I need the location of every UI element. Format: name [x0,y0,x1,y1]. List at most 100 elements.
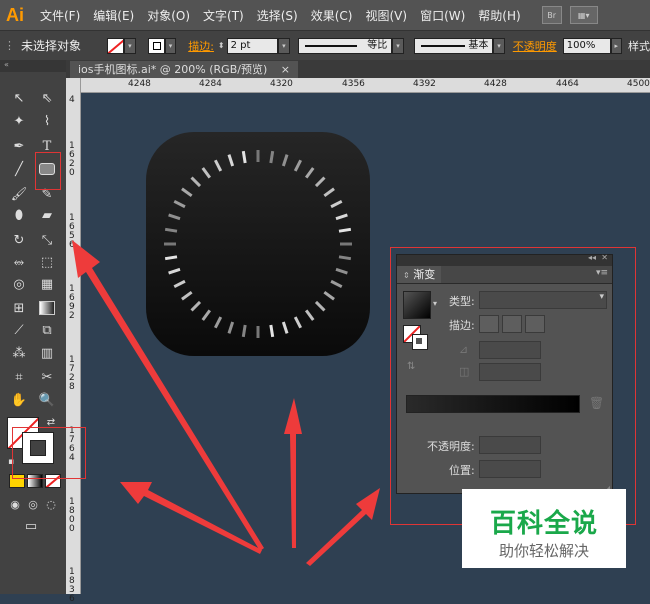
clock-tick [335,213,348,221]
clock-tick [304,309,315,321]
watermark-subtitle: 助你轻松解决 [498,542,589,560]
clock-ticks [164,150,352,338]
eraser-tool-icon[interactable]: ▰ [36,205,58,225]
zoom-tool-icon[interactable]: 🔍 [36,390,58,410]
artboard-tool-icon[interactable]: ⌗ [8,367,30,387]
profile-dropdown-icon[interactable]: ▾ [392,37,404,54]
clock-tick [173,279,186,289]
ruler-tick-label: 4464 [556,79,579,89]
symbol-sprayer-tool-icon[interactable]: ⁂ [8,343,30,363]
ruler-tick-label: 1 8 0 0 [69,497,75,534]
stroke-label[interactable]: 描边: [188,38,214,54]
menu-object[interactable]: 对象(O) [147,7,190,24]
opacity-label[interactable]: 不透明度 [513,38,557,54]
selection-tool-icon[interactable]: ↖ [8,88,30,108]
stroke-dropdown-icon[interactable]: ▾ [164,37,177,54]
document-tab-title: ios手机图标.ai* @ 200% (RGB/预览) [78,63,268,76]
blob-brush-tool-icon[interactable]: ⬮ [8,205,30,225]
opacity-dropdown-icon[interactable]: ▸ [610,37,622,54]
paintbrush-tool-icon[interactable]: 🖌 [8,184,30,204]
ruler-tick-label: 1 6 9 2 [69,284,75,321]
close-icon[interactable]: × [281,63,290,76]
menu-file[interactable]: 文件(F) [40,7,80,24]
line-tool-icon[interactable]: ╱ [8,159,30,179]
clock-tick [181,187,193,198]
hand-tool-icon[interactable]: ✋ [8,390,30,410]
watermark-logo: 百科全说 助你轻松解决 [462,489,626,568]
annotation-box-gradient-panel [390,247,636,525]
clock-tick [227,154,235,167]
clock-tick [293,316,303,329]
brush-dropdown-icon[interactable]: ▾ [493,37,505,54]
stroke-weight-dropdown-icon[interactable]: ▾ [278,37,290,54]
clock-tick [173,199,186,209]
document-tab-bar: ios手机图标.ai* @ 200% (RGB/预览) × [66,60,650,78]
column-graph-tool-icon[interactable]: ▥ [36,343,58,363]
style-label[interactable]: 样式 [628,38,650,54]
mesh-tool-icon[interactable]: ⊞ [8,298,30,318]
ruler-tick-label: 4500 [627,79,650,89]
stroke-swatch[interactable] [147,37,165,54]
tools-panel: « ↖ ⇖ ✦ ⌇ ✒ T ╱ 🖌 ✎ ⬮ ▰ ↻ ⤡ ⥈ ⬚ ◎ ▦ ⊞ ⟋ … [0,60,67,594]
eyedropper-tool-icon[interactable]: ⟋ [8,320,30,340]
perspective-grid-tool-icon[interactable]: ▦ [36,274,58,294]
clock-tick [323,290,335,301]
blend-tool-icon[interactable]: ⧉ [36,320,58,340]
menu-select[interactable]: 选择(S) [257,7,298,24]
fill-dropdown-icon[interactable]: ▾ [124,37,136,54]
menu-edit[interactable]: 编辑(E) [93,7,134,24]
gradient-tool-icon[interactable] [36,298,58,318]
tools-collapse-icon[interactable]: « [0,60,66,72]
clock-tick [213,159,223,172]
clock-app-icon-artwork[interactable] [146,132,370,356]
screen-mode-icon[interactable]: ▭ [20,516,42,536]
rotate-tool-icon[interactable]: ↻ [8,230,30,250]
opacity-input[interactable]: 100% [562,37,611,54]
menu-view[interactable]: 视图(V) [365,7,407,24]
clock-tick [338,255,352,261]
stroke-weight-input[interactable]: 2 pt [226,37,279,54]
bridge-button[interactable]: Br [541,6,562,24]
brush-definition[interactable]: 基本 [413,37,494,54]
annotation-box-fill-stroke [12,427,86,479]
document-tab[interactable]: ios手机图标.ai* @ 200% (RGB/预览) × [70,61,298,78]
ruler-tick-label: 4248 [128,79,151,89]
clock-tick [241,324,247,338]
workspace-switcher-icon[interactable]: ▦▾ [569,6,598,24]
clock-tick [201,167,212,179]
clock-tick [164,227,178,233]
ruler-tick-label: 4284 [199,79,222,89]
ruler-tick-label: 4392 [413,79,436,89]
menu-window[interactable]: 窗口(W) [420,7,465,24]
ruler-tick-label: 1 6 5 6 [69,213,75,250]
menu-help[interactable]: 帮助(H) [478,7,520,24]
clock-tick [281,321,289,334]
clock-tick [227,321,235,334]
ruler-tick-label: 4428 [484,79,507,89]
clock-tick [269,324,275,338]
ruler-tick-label: 4356 [342,79,365,89]
draw-inside-icon[interactable]: ◌ [40,494,62,514]
direct-selection-tool-icon[interactable]: ⇖ [36,88,58,108]
fill-swatch[interactable] [107,37,125,54]
shape-builder-tool-icon[interactable]: ◎ [8,274,30,294]
scale-tool-icon[interactable]: ⤡ [36,230,58,250]
pen-tool-icon[interactable]: ✒ [8,136,30,156]
menu-effect[interactable]: 效果(C) [311,7,353,24]
free-transform-tool-icon[interactable]: ⬚ [36,252,58,272]
variable-width-profile[interactable]: 等比 [297,37,393,54]
ruler-tick-label: 1 8 3 6 [69,567,75,604]
control-bar: ⋮ 未选择对象 ▾ ▾ 描边: ⬍ 2 pt ▾ 等比 ▾ 基本 ▾ 不透明度 … [0,30,650,61]
clock-tick [330,199,343,209]
menu-type[interactable]: 文字(T) [203,7,244,24]
horizontal-ruler[interactable]: 4248 4284 4320 4356 4392 4428 4464 4500 [80,78,650,93]
clock-tick [338,227,352,233]
slice-tool-icon[interactable]: ✂ [36,367,58,387]
lasso-tool-icon[interactable]: ⌇ [36,111,58,131]
width-tool-icon[interactable]: ⥈ [8,252,30,272]
vertical-ruler[interactable]: 4 1 6 2 0 1 6 5 6 1 6 9 2 1 7 2 8 1 7 6 … [66,78,81,604]
stroke-stepper-icon[interactable]: ⬍ [218,41,225,50]
clock-tick [281,154,289,167]
magic-wand-tool-icon[interactable]: ✦ [8,111,30,131]
app-logo: Ai [6,4,24,25]
